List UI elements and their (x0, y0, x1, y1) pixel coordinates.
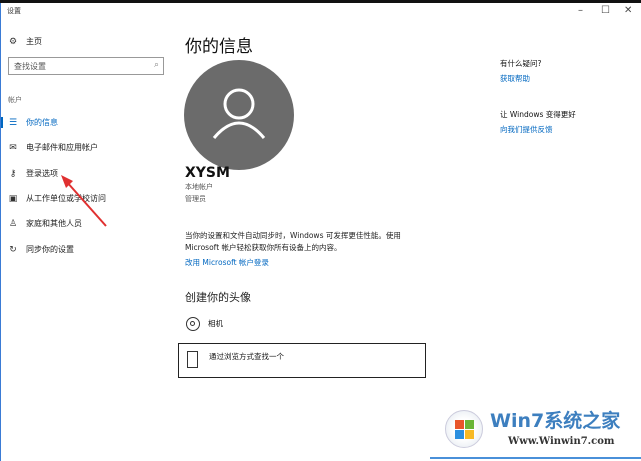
camera-option[interactable]: 相机 (186, 317, 223, 331)
windows-logo-icon (445, 410, 483, 448)
account-type: 本地帐户 (185, 183, 213, 191)
browse-label: 通过浏览方式查找一个 (209, 352, 284, 361)
watermark-brand: Win7系统之家 (490, 410, 621, 432)
feedback-link[interactable]: 向我们提供反馈 (500, 124, 553, 135)
improve-heading: 让 Windows 变得更好 (500, 110, 576, 119)
get-help-link[interactable]: 获取帮助 (500, 73, 530, 84)
page-title: 你的信息 (185, 37, 253, 57)
person-icon (212, 88, 266, 139)
microsoft-account-link[interactable]: 改用 Microsoft 帐户登录 (185, 257, 269, 268)
username: XYSM (185, 165, 230, 181)
sync-description: 当你的设置和文件自动同步时，Windows 可发挥更佳性能。使用 Microso… (185, 231, 401, 252)
watermark-underline (430, 457, 641, 459)
avatar-heading: 创建你的头像 (185, 291, 251, 304)
file-icon (187, 351, 198, 368)
avatar (184, 60, 294, 170)
camera-icon (186, 317, 200, 331)
camera-label: 相机 (208, 319, 223, 328)
browse-button[interactable]: 通过浏览方式查找一个 (178, 343, 426, 378)
help-heading: 有什么疑问? (500, 59, 542, 68)
account-role: 管理员 (185, 195, 206, 203)
watermark-url: Www.Winwin7.com (508, 436, 615, 447)
